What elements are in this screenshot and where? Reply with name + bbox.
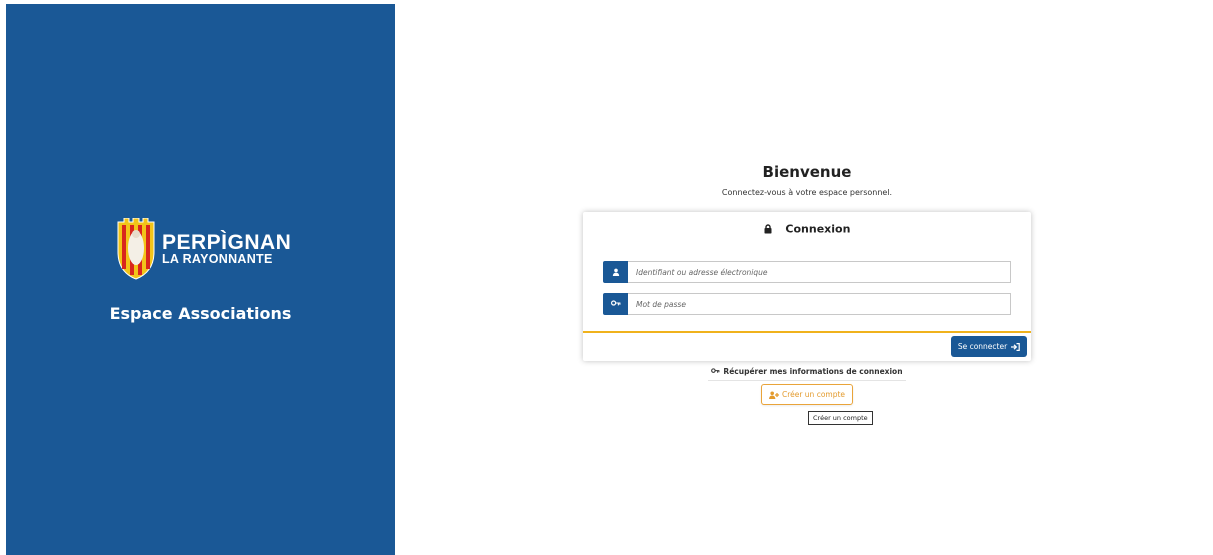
logo-text-perpignan: PERPÌGNAN — [162, 231, 292, 254]
create-account-label: Créer un compte — [781, 390, 846, 399]
password-field — [603, 293, 1011, 315]
logo-text-rayonnante: LA RAYONNANTE — [162, 252, 273, 266]
recover-credentials-link[interactable]: Récupérer mes informations de connexion — [708, 361, 906, 381]
login-card-title: Connexion — [785, 222, 851, 236]
card-divider — [583, 331, 1031, 333]
password-input[interactable] — [628, 293, 1011, 315]
brand-subtitle: Espace Associations — [109, 304, 292, 323]
welcome-subtitle: Connectez-vous à votre espace personnel. — [721, 188, 893, 197]
login-button[interactable]: Se connecter — [951, 336, 1027, 357]
login-button-label: Se connecter — [957, 342, 1008, 351]
login-card: Connexion Se connecter — [583, 212, 1031, 361]
perpignan-logo: PERPÌGNAN LA RAYONNANTE — [116, 218, 291, 282]
shield-icon — [117, 218, 155, 280]
username-input[interactable] — [628, 261, 1011, 283]
create-account-button[interactable]: Créer un compte — [761, 384, 853, 405]
key-icon — [711, 367, 720, 373]
user-icon — [603, 261, 628, 283]
create-account-tooltip: Créer un compte — [808, 411, 873, 425]
key-icon — [603, 293, 628, 315]
sign-in-icon — [1011, 342, 1020, 351]
login-card-header: Connexion — [583, 222, 1031, 236]
brand-panel: PERPÌGNAN LA RAYONNANTE Espace Associati… — [6, 4, 395, 555]
recover-link-label: Récupérer mes informations de connexion — [723, 366, 903, 376]
user-plus-icon — [768, 391, 779, 399]
lock-icon — [764, 224, 772, 234]
username-field — [603, 261, 1011, 283]
welcome-title: Bienvenue — [762, 163, 852, 181]
